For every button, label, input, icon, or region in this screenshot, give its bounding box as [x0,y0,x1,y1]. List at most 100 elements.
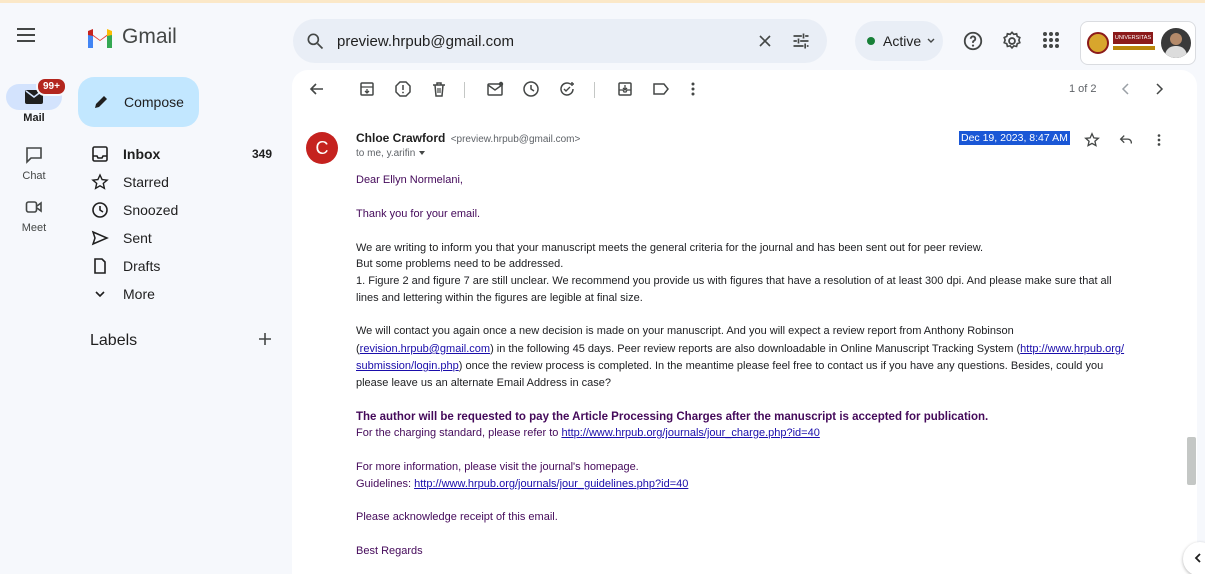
main-menu-icon[interactable] [14,23,38,47]
help-icon[interactable] [962,30,984,52]
nav-item-sent[interactable]: Sent [68,224,290,252]
gmail-m-icon [88,29,112,48]
sender-line: Chloe Crawford <preview.hrpub@gmail.com> [356,131,580,145]
rail-item-meet[interactable]: Meet [0,194,68,234]
guidelines-line: Guidelines: http://www.hrpub.org/journal… [356,476,688,492]
nav-item-more[interactable]: More [68,280,290,308]
text-fragment: ) in the following 45 days. Peer review … [490,343,1021,355]
nav-label-inbox: Inbox [123,146,161,162]
body-line: submission/login.php) once the review pr… [356,358,1103,374]
organization-name: UNIVERSITAS [1113,32,1153,44]
labels-heading: Labels [90,332,138,349]
apps-grid-icon[interactable] [1041,30,1061,50]
back-arrow-icon[interactable] [308,80,326,98]
caret-down-icon[interactable] [418,149,426,157]
tracking-system-link[interactable]: http://www.hrpub.org/ [1020,343,1124,355]
greeting: Dear Ellyn Normelani, [356,174,463,186]
regards-line: Best Regards [356,545,423,557]
archive-icon[interactable] [358,80,376,98]
message-toolbar: 1 of 2 [292,70,1197,108]
chevron-right-icon[interactable] [1152,80,1166,98]
snooze-icon[interactable] [522,80,540,98]
nav-label-starred: Starred [123,174,169,190]
university-seal-logo [1087,32,1109,54]
move-to-icon[interactable] [616,80,634,98]
tracking-system-link-cont[interactable]: submission/login.php [356,360,459,372]
charges-line: For the charging standard, please refer … [356,425,820,441]
search-bar[interactable]: preview.hrpub@gmail.com [293,19,827,63]
status-label: Active [883,33,922,49]
info-line: For more information, please visit the j… [356,461,639,473]
chat-icon [18,142,50,168]
guidelines-link[interactable]: http://www.hrpub.org/journals/jour_guide… [414,478,688,490]
body-line: please leave us an alternate Email Addre… [356,377,611,389]
star-icon[interactable] [1084,132,1100,148]
body-line: We will contact you again once a new dec… [356,325,1014,337]
inbox-count: 349 [251,147,272,161]
body-line: 1. Figure 2 and figure 7 are still uncle… [356,275,1112,287]
status-dot [867,37,875,45]
nav-item-inbox[interactable]: Inbox 349 [68,140,290,168]
mail-icon: 99+ [6,77,67,110]
nav-item-starred[interactable]: Starred [68,168,290,196]
rail-item-mail[interactable]: 99+ Mail [0,77,68,124]
side-panel-toggle[interactable] [1183,542,1205,574]
gmail-logo[interactable]: Gmail [86,25,177,49]
chevron-left-icon [1194,553,1201,563]
star-icon [91,173,109,190]
search-input[interactable]: preview.hrpub@gmail.com [337,33,514,50]
rail-item-chat[interactable]: Chat [0,142,68,182]
mark-unread-icon[interactable] [486,80,504,98]
nav-item-snoozed[interactable]: Snoozed [68,196,290,224]
clear-search-icon[interactable] [755,31,775,51]
compose-label: Compose [124,94,184,110]
report-spam-icon[interactable] [394,80,412,98]
search-options-icon[interactable] [791,31,811,51]
body-line: (revision.hrpub@gmail.com) in the follow… [356,341,1124,357]
text-fragment: Guidelines: [356,478,415,490]
scrollbar-thumb[interactable] [1187,437,1196,485]
chevron-left-icon[interactable] [1119,80,1133,98]
video-camera-icon [18,194,50,220]
reviewer-email-link[interactable]: revision.hrpub@gmail.com [360,343,490,355]
settings-gear-icon[interactable] [1001,30,1023,52]
rail-label-chat: Chat [22,170,46,182]
rail-label-meet: Meet [21,222,47,234]
body-line: We are writing to inform you that your m… [356,242,984,254]
add-task-icon[interactable] [558,80,576,98]
label-icon[interactable] [652,80,670,98]
chevron-down-icon [95,291,105,298]
thanks-line: Thank you for your email. [356,208,481,220]
draft-icon [94,258,106,274]
recipients-line[interactable]: to me, y.arifin [356,148,426,159]
reply-icon[interactable] [1118,132,1134,148]
account-avatar[interactable] [1161,28,1191,58]
sender-avatar[interactable]: C [306,132,338,164]
organization-subtitle-logo [1113,46,1155,50]
charges-link[interactable]: http://www.hrpub.org/journals/jour_charg… [561,427,819,439]
sender-name[interactable]: Chloe Crawford [356,131,445,145]
status-selector[interactable]: Active [855,21,943,61]
delete-icon[interactable] [430,80,448,98]
add-label-icon[interactable] [256,330,274,348]
search-icon[interactable] [305,31,325,51]
more-vert-icon[interactable] [690,80,696,98]
text-fragment: ) once the review process is completed. … [458,360,1104,372]
ack-line: Please acknowledge receipt of this email… [356,511,558,523]
pencil-icon [95,96,107,108]
charges-notice: The author will be requested to pay the … [356,411,989,423]
message-date: Dec 19, 2023, 8:47 AM [959,131,1070,145]
more-vert-icon[interactable] [1156,132,1162,148]
nav-label-drafts: Drafts [123,258,161,274]
nav-item-drafts[interactable]: Drafts [68,252,290,280]
toolbar-divider [594,82,595,98]
pagination-label: 1 of 2 [1069,83,1097,95]
rail-label-mail: Mail [23,112,45,124]
compose-button[interactable]: Compose [78,77,199,127]
nav-label-snoozed: Snoozed [123,202,179,218]
body-line: But some problems need to be addressed. [356,258,564,270]
recipients-text: to me, y.arifin [356,148,416,159]
unread-badge: 99+ [36,77,67,96]
nav-label-more: More [123,286,155,302]
account-badge[interactable]: UNIVERSITAS [1080,21,1196,65]
